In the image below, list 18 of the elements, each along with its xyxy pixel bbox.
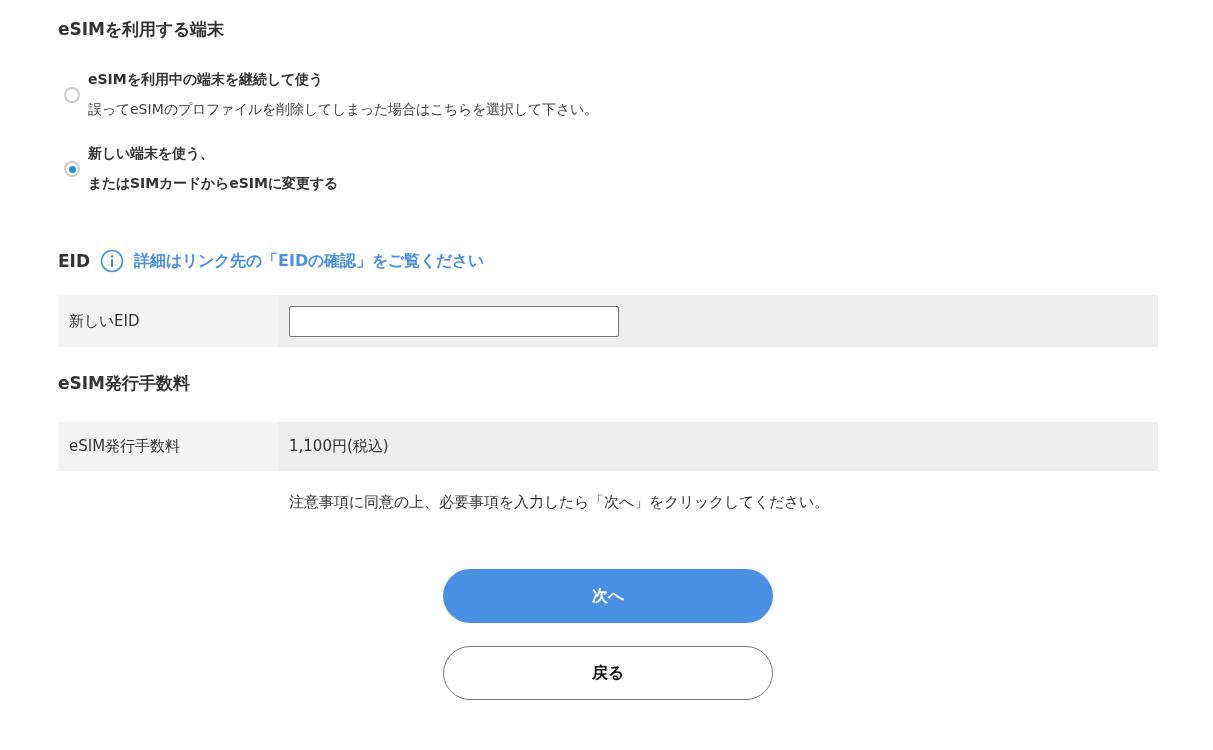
option-label: またはSIMカードからeSIMに変更する <box>88 175 338 193</box>
row-label: eSIM発行手数料 <box>58 422 278 471</box>
info-icon[interactable] <box>100 249 125 273</box>
option-label: eSIMを利用中の端末を継続して使う <box>88 71 324 89</box>
radio-button[interactable] <box>64 87 80 103</box>
back-button[interactable]: 戻る <box>443 646 773 700</box>
eid-input-field[interactable] <box>289 305 619 337</box>
section-title: eSIM発行手数料 <box>58 372 191 395</box>
section-title: EID <box>58 251 91 271</box>
row-value: 1,100円(税込) <box>278 422 1158 471</box>
option-label: 新しい端末を使う、 <box>88 145 215 163</box>
next-button[interactable]: 次へ <box>443 569 773 623</box>
info-link[interactable]: 詳細はリンク先の「EIDの確認」をご覧ください <box>134 250 485 272</box>
radio-button[interactable] <box>64 161 80 177</box>
row-label: 新しいEID <box>58 295 278 347</box>
section-title: eSIMを利用する端末 <box>58 18 225 41</box>
notice-text: 注意事項に同意の上、必要事項を入力したら「次へ」をクリックしてください。 <box>289 493 830 512</box>
option-description: 誤ってeSIMのプロファイルを削除してしまった場合はこちらを選択して下さい。 <box>88 101 598 119</box>
